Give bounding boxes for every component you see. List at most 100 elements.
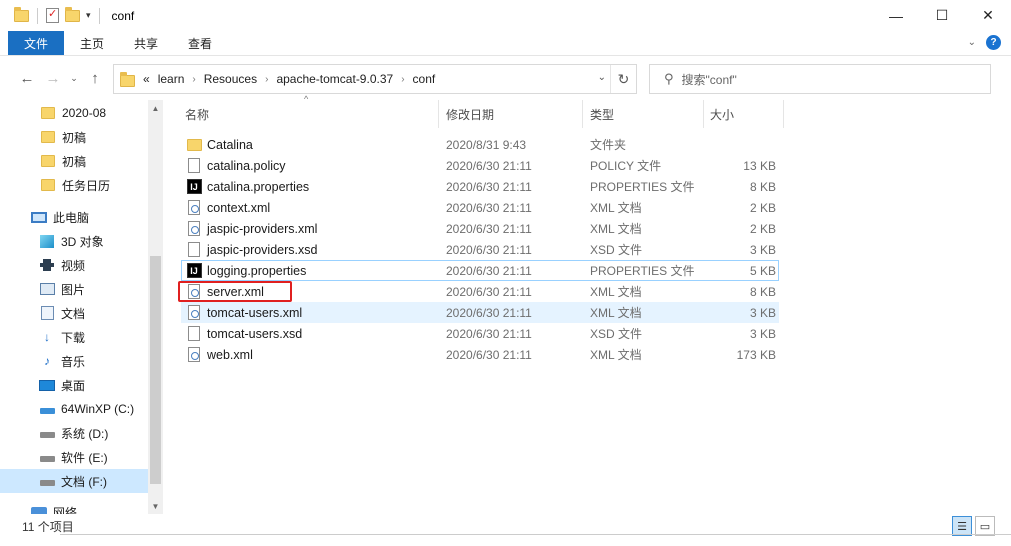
nav-item-label: 2020-08 xyxy=(62,106,107,120)
file-name: tomcat-users.xml xyxy=(207,305,303,320)
nav-item-label: 此电脑 xyxy=(53,210,90,225)
column-divider[interactable] xyxy=(703,100,704,128)
breadcrumb-overflow[interactable]: « xyxy=(143,72,150,86)
forward-button[interactable]: → xyxy=(40,70,66,87)
nav-item-drive-e[interactable]: 软件 (E:) xyxy=(0,445,148,469)
nav-item-pictures[interactable]: 图片 xyxy=(0,277,148,301)
title-bar: ▾ conf — ☐ ✕ xyxy=(0,0,1011,31)
file-name: jaspic-providers.xsd xyxy=(207,242,318,257)
file-row-logging-properties[interactable]: IJ logging.properties 2020/6/30 21:11 PR… xyxy=(181,260,779,281)
column-header-name[interactable]: 名称 xyxy=(185,100,209,128)
nav-item-downloads[interactable]: ↓ 下载 xyxy=(0,325,148,349)
search-box[interactable]: ⚲ 搜索"conf" xyxy=(649,64,991,94)
nav-item-network[interactable]: 网络 xyxy=(0,500,148,514)
scroll-down-icon[interactable]: ▼ xyxy=(148,498,163,514)
details-view-icon[interactable]: ☰ xyxy=(952,516,972,536)
file-date: 2020/6/30 21:11 xyxy=(446,326,532,341)
tab-share[interactable]: 共享 xyxy=(120,31,172,55)
file-row-tomcat-users-xsd[interactable]: tomcat-users.xsd 2020/6/30 21:11 XSD 文件 … xyxy=(181,323,779,344)
nav-scrollbar[interactable]: ▲ ▼ xyxy=(148,100,163,514)
nav-item-label: 音乐 xyxy=(61,354,86,369)
nav-item-draft-1[interactable]: 初稿 xyxy=(0,125,148,149)
properties-icon[interactable] xyxy=(46,7,59,23)
refresh-button[interactable]: ↻ xyxy=(610,65,636,93)
back-button[interactable]: ← xyxy=(14,70,40,87)
column-divider[interactable] xyxy=(438,100,439,128)
column-headers: ^ 名称 修改日期 类型 大小 xyxy=(163,94,1011,128)
xml-icon xyxy=(186,221,202,237)
nav-item-drive-c[interactable]: 64WinXP (C:) xyxy=(0,397,148,421)
column-header-size[interactable]: 大小 xyxy=(710,100,734,128)
recent-locations-icon[interactable]: ⌄ xyxy=(66,73,82,84)
folder-icon xyxy=(40,130,56,144)
xml-icon xyxy=(186,200,202,216)
column-divider[interactable] xyxy=(582,100,583,128)
file-row-tomcat-users-xml[interactable]: tomcat-users.xml 2020/6/30 21:11 XML 文档 … xyxy=(181,302,779,323)
breadcrumb-tomcat[interactable]: apache-tomcat-9.0.37 xyxy=(276,72,393,86)
chevron-right-icon[interactable]: › xyxy=(265,74,268,85)
tab-file[interactable]: 文件 xyxy=(8,31,64,55)
maximize-button[interactable]: ☐ xyxy=(919,0,965,31)
address-bar[interactable]: « learn › Resouces › apache-tomcat-9.0.3… xyxy=(113,64,637,94)
file-name: web.xml xyxy=(207,347,253,362)
file-row-catalina-properties[interactable]: IJ catalina.properties 2020/6/30 21:11 P… xyxy=(181,176,779,197)
new-folder-icon[interactable] xyxy=(65,6,80,22)
drive-icon xyxy=(39,450,55,464)
nav-item-drive-f[interactable]: 文档 (F:) xyxy=(0,469,148,493)
nav-item-task-calendar[interactable]: 任务日历 xyxy=(0,173,148,197)
nav-item-videos[interactable]: 视频 xyxy=(0,253,148,277)
column-header-type[interactable]: 类型 xyxy=(590,100,614,128)
file-type: XSD 文件 xyxy=(590,327,643,341)
column-divider[interactable] xyxy=(783,100,784,128)
file-name: context.xml xyxy=(207,200,271,215)
large-icons-view-icon[interactable]: ▭ xyxy=(975,516,995,536)
file-name: Catalina xyxy=(207,137,253,152)
intellij-icon: IJ xyxy=(186,263,202,279)
nav-item-drive-d[interactable]: 系统 (D:) xyxy=(0,421,148,445)
breadcrumb-resouces[interactable]: Resouces xyxy=(204,72,257,86)
file-row-jaspic-providers-xml[interactable]: jaspic-providers.xml 2020/6/30 21:11 XML… xyxy=(181,218,779,239)
file-icon xyxy=(186,158,202,174)
file-icon xyxy=(186,326,202,342)
nav-item-label: 系统 (D:) xyxy=(61,426,109,441)
help-icon[interactable]: ? xyxy=(986,35,1001,50)
computer-icon xyxy=(31,210,47,224)
file-row-catalina[interactable]: Catalina 2020/8/31 9:43 文件夹 xyxy=(181,134,779,155)
file-row-web-xml[interactable]: web.xml 2020/6/30 21:11 XML 文档 173 KB xyxy=(181,344,779,365)
address-dropdown-icon[interactable]: ⌄ xyxy=(598,72,606,83)
breadcrumb-conf[interactable]: conf xyxy=(413,72,436,86)
file-row-jaspic-providers-xsd[interactable]: jaspic-providers.xsd 2020/6/30 21:11 XSD… xyxy=(181,239,779,260)
file-type: XML 文档 xyxy=(590,306,642,320)
folder-icon[interactable] xyxy=(14,6,29,22)
chevron-right-icon[interactable]: › xyxy=(192,74,195,85)
file-row-context-xml[interactable]: context.xml 2020/6/30 21:11 XML 文档 2 KB xyxy=(181,197,779,218)
up-button[interactable]: ↑ xyxy=(82,70,108,87)
tab-view[interactable]: 查看 xyxy=(174,31,226,55)
file-row-catalina-policy[interactable]: catalina.policy 2020/6/30 21:11 POLICY 文… xyxy=(181,155,779,176)
breadcrumb-learn[interactable]: learn xyxy=(158,72,185,86)
customize-dropdown-icon[interactable]: ▾ xyxy=(86,10,91,21)
scroll-up-icon[interactable]: ▲ xyxy=(148,100,163,116)
nav-item-draft-2[interactable]: 初稿 xyxy=(0,149,148,173)
scroll-thumb[interactable] xyxy=(150,256,161,484)
nav-item-music[interactable]: ♪ 音乐 xyxy=(0,349,148,373)
column-header-date[interactable]: 修改日期 xyxy=(446,100,494,128)
nav-item-desktop[interactable]: 桌面 xyxy=(0,373,148,397)
nav-item-3d-objects[interactable]: 3D 对象 xyxy=(0,229,148,253)
xml-icon xyxy=(186,305,202,321)
navigation-bar: ← → ⌄ ↑ « learn › Resouces › apache-tomc… xyxy=(0,56,1011,100)
nav-item-label: 3D 对象 xyxy=(61,234,104,249)
desktop-icon xyxy=(39,378,55,392)
search-input[interactable]: 搜索"conf" xyxy=(682,71,737,88)
tab-home[interactable]: 主页 xyxy=(66,31,118,55)
close-button[interactable]: ✕ xyxy=(965,0,1011,31)
chevron-down-icon[interactable]: ⌄ xyxy=(968,37,976,48)
nav-item-this-pc[interactable]: 此电脑 xyxy=(0,205,148,229)
intellij-icon: IJ xyxy=(186,179,202,195)
breadcrumb: « learn › Resouces › apache-tomcat-9.0.3… xyxy=(143,72,443,86)
chevron-right-icon[interactable]: › xyxy=(401,74,404,85)
pictures-icon xyxy=(39,282,55,296)
nav-item-2020-08[interactable]: 2020-08 xyxy=(0,101,148,125)
minimize-button[interactable]: — xyxy=(873,0,919,31)
nav-item-documents[interactable]: 文档 xyxy=(0,301,148,325)
